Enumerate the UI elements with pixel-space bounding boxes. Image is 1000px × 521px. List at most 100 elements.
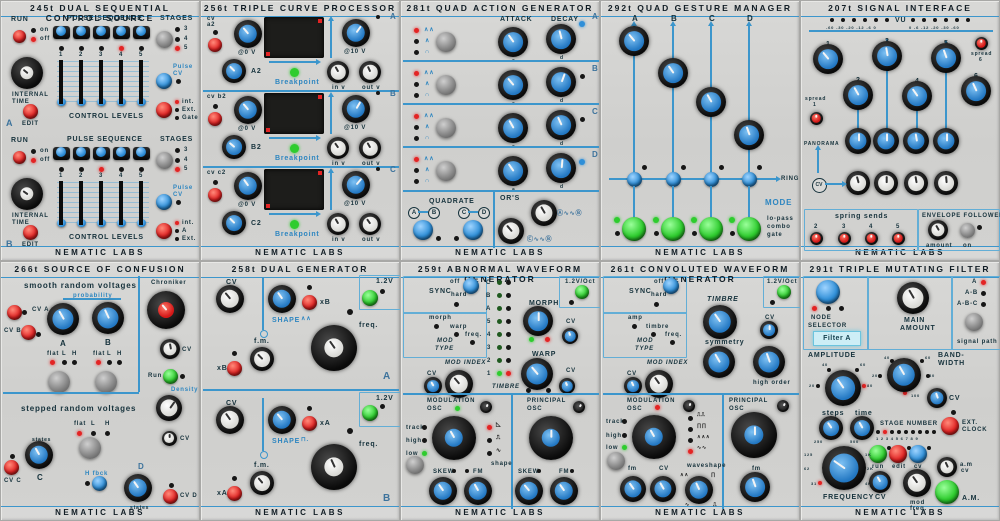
smooth-a-button[interactable] [48,371,70,393]
quadrate-ab-jack[interactable] [413,220,433,240]
ring-jack[interactable] [627,172,642,187]
fm-knob[interactable] [620,476,646,502]
shape-b-knob[interactable] [268,406,296,434]
pitch-jack[interactable] [575,285,589,299]
freq-b-knob[interactable] [311,444,357,490]
frequency-knob[interactable] [822,446,866,490]
fm-b-knob[interactable] [250,471,274,495]
attack-knob[interactable] [498,27,528,57]
at-10v-knob[interactable] [342,19,370,47]
freq-a-knob[interactable] [311,325,357,371]
warp-knob[interactable] [521,358,553,390]
in-v-knob[interactable] [327,61,349,83]
decay-knob[interactable] [546,24,576,54]
mod-freq-knob[interactable] [903,469,931,497]
knob[interactable] [573,401,585,413]
pulse-toggle[interactable] [93,147,110,160]
morph-knob[interactable] [523,306,553,336]
skew-knob[interactable] [515,477,543,505]
input-4-knob[interactable] [902,81,932,111]
xb-jack[interactable] [227,361,242,376]
ring-jack[interactable] [666,172,681,187]
a2-knob[interactable] [222,59,246,83]
cv-a-jack[interactable] [7,305,22,320]
run-button[interactable] [13,151,26,164]
trigger-button[interactable] [436,32,456,52]
h-fbck-jack[interactable] [92,476,107,491]
spring-send-knob[interactable] [810,232,823,245]
out-v-knob[interactable] [359,61,381,83]
xa-jack[interactable] [302,416,317,431]
cv-knob[interactable] [216,285,244,313]
pulse-toggle[interactable] [113,147,130,160]
timbre-cv-knob[interactable] [760,321,778,339]
decay-knob[interactable] [546,110,576,140]
frequency-cv-knob[interactable] [869,471,891,493]
fm-knob[interactable] [550,477,578,505]
knob[interactable] [359,137,381,159]
spring-send-knob[interactable] [892,232,905,245]
cv-knob[interactable] [216,406,244,434]
at-0v-knob[interactable] [234,20,262,48]
filter-name-display[interactable]: Filter A [813,331,861,346]
pulse-toggle[interactable] [73,26,90,39]
edit-button[interactable] [23,225,38,240]
gesture-b-knob[interactable] [658,58,688,88]
level-slider[interactable] [79,60,83,104]
smooth-b-knob[interactable] [92,302,124,334]
knob[interactable] [342,171,370,199]
pulse-toggle[interactable] [133,147,150,160]
panorama-cv-jack[interactable]: CV [812,178,827,193]
c2-knob[interactable] [222,211,246,235]
knob[interactable] [903,128,929,154]
pitch-jack[interactable] [362,290,378,306]
mode-output-jack[interactable] [737,217,761,241]
cv-b2-jack[interactable] [208,112,222,126]
internal-time-knob[interactable] [11,178,43,210]
modulation-osc-knob[interactable] [632,415,676,459]
time-knob[interactable] [850,416,874,440]
level-slider[interactable] [119,60,123,104]
fm-a-knob[interactable] [250,347,274,371]
waveshape-knob[interactable] [685,476,713,504]
amplitude-knob[interactable] [825,370,861,406]
trigger-mode-button[interactable] [156,102,172,118]
level-slider[interactable] [79,181,83,225]
pulse-toggle[interactable] [93,26,110,39]
warp-cv-knob[interactable] [559,378,575,394]
principal-osc-knob[interactable] [529,416,573,460]
main-amount-knob[interactable] [897,282,929,314]
skew-knob[interactable] [429,477,457,505]
internal-time-knob[interactable] [11,57,43,89]
am-jack[interactable] [935,480,959,504]
edit-button[interactable] [23,104,38,119]
decay-knob[interactable] [546,153,576,183]
b2-knob[interactable] [222,135,246,159]
signal-path-button[interactable] [965,313,983,331]
cv-d-jack[interactable] [163,489,178,504]
ext-clock-jack[interactable] [941,417,959,435]
level-slider[interactable] [139,60,143,104]
knob[interactable] [342,95,370,123]
input-6-knob[interactable] [961,76,991,106]
range-button[interactable] [607,452,625,470]
xb-jack[interactable] [302,295,317,310]
knob[interactable] [873,128,899,154]
pulse-toggle[interactable] [113,26,130,39]
states-c-knob[interactable] [25,441,53,469]
follower-on-button[interactable] [960,223,975,238]
xa-jack[interactable] [227,486,242,501]
bandwidth-cv-knob[interactable] [927,388,947,408]
knob[interactable] [683,400,695,412]
spring-send-knob[interactable] [838,232,851,245]
timbre-knob[interactable] [703,305,737,339]
sync-button[interactable] [463,278,479,294]
amount-knob[interactable] [928,220,948,240]
pulse-toggle[interactable] [53,26,70,39]
input-5-knob[interactable] [931,43,961,73]
gesture-d-knob[interactable] [734,120,764,150]
stages-button[interactable] [156,31,173,48]
ring-jack[interactable] [704,172,719,187]
bandwidth-knob[interactable] [887,358,921,392]
input-2-knob[interactable] [843,80,873,110]
